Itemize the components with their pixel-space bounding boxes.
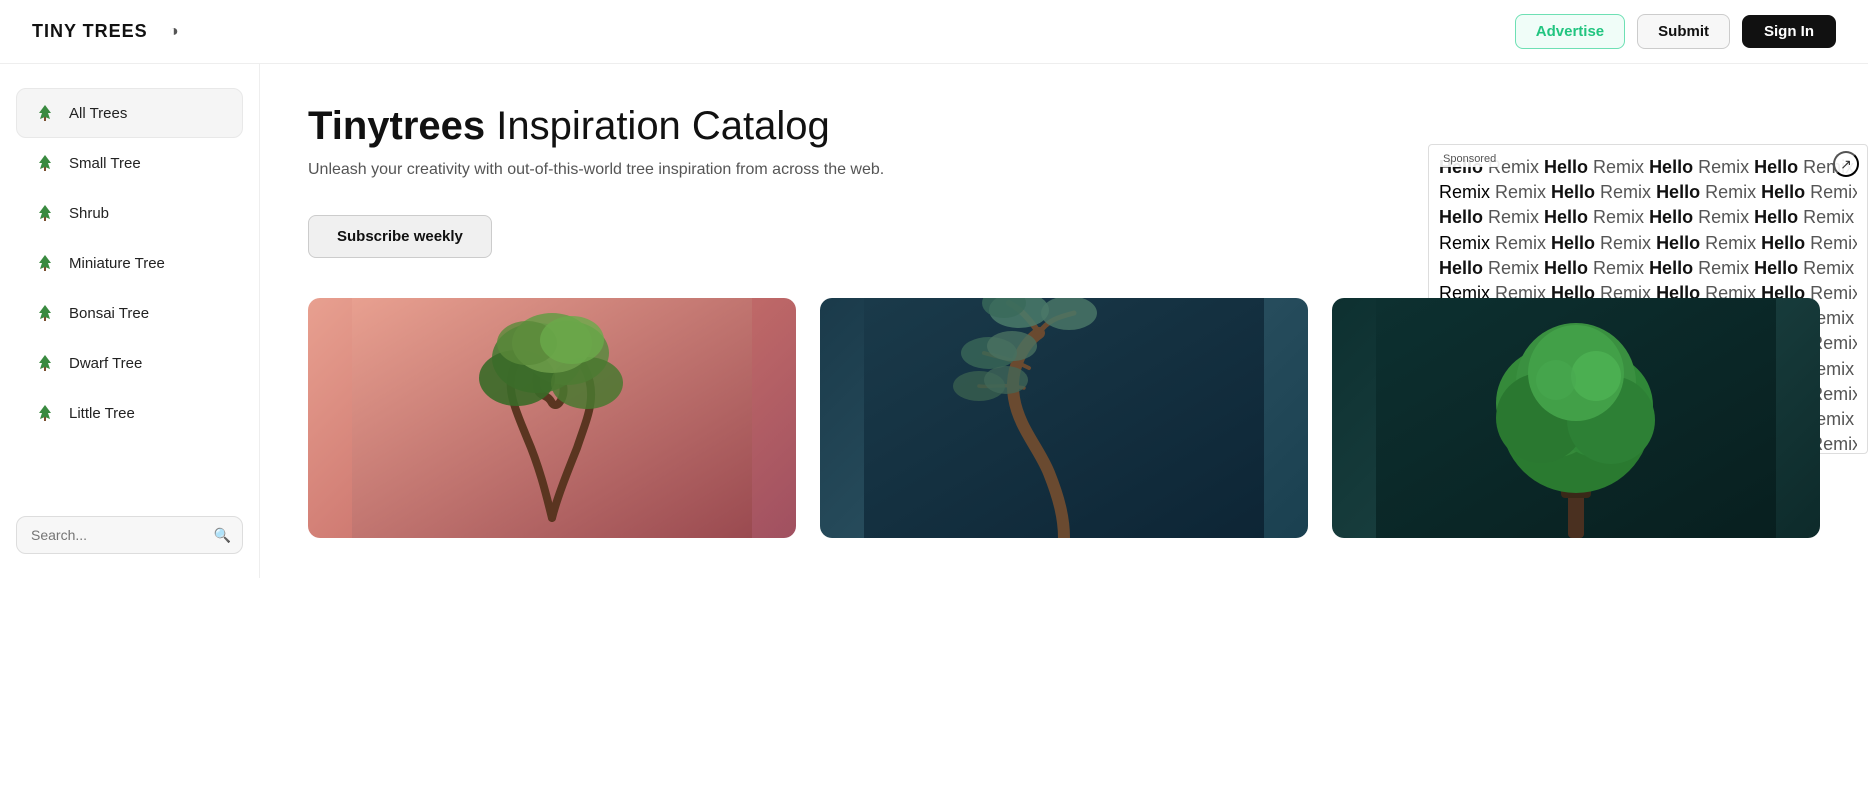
tree-icon [31, 349, 59, 377]
tree-icon [31, 199, 59, 227]
hero-title-regular: Inspiration Catalog [485, 104, 830, 148]
tree-icon [31, 149, 59, 177]
search-wrapper: 🔍 [16, 516, 243, 554]
sidebar-item-dwarf-tree[interactable]: Dwarf Tree [16, 338, 243, 388]
pattern-line: Hello Remix Hello Remix Hello Remix Hell… [1439, 256, 1857, 281]
tree-icon [31, 399, 59, 427]
sidebar-item-label: All Trees [69, 105, 127, 122]
sidebar-item-label: Bonsai Tree [69, 305, 149, 322]
hero-title: Tinytrees Inspiration Catalog [308, 104, 1820, 149]
sidebar-item-small-tree[interactable]: Small Tree [16, 138, 243, 188]
header-left: TINY TREES ◑ [32, 18, 188, 46]
advertise-button[interactable]: Advertise [1515, 14, 1625, 49]
tree-icon [31, 299, 59, 327]
pattern-line: Remix Remix Hello Remix Hello Remix Hell… [1439, 231, 1857, 256]
sidebar-item-shrub[interactable]: Shrub [16, 188, 243, 238]
image-card-3 [1332, 298, 1820, 538]
theme-toggle-icon: ◑ [169, 23, 179, 41]
sidebar-item-label: Shrub [69, 205, 109, 222]
subscribe-button[interactable]: Subscribe weekly [308, 215, 492, 258]
pattern-line: Remix Remix Hello Remix Hello Remix Hell… [1439, 180, 1857, 205]
theme-toggle-button[interactable]: ◑ [160, 18, 188, 46]
tree-icon [31, 99, 59, 127]
logo: TINY TREES [32, 21, 148, 42]
sidebar-item-label: Miniature Tree [69, 255, 165, 272]
main-content: Tinytrees Inspiration Catalog Unleash yo… [260, 64, 1868, 578]
sidebar-item-label: Dwarf Tree [69, 355, 142, 372]
sidebar-item-little-tree[interactable]: Little Tree [16, 388, 243, 438]
tree-icon [31, 249, 59, 277]
hero-title-bold: Tinytrees [308, 104, 485, 148]
header: TINY TREES ◑ Advertise Submit Sign In [0, 0, 1868, 64]
signin-button[interactable]: Sign In [1742, 15, 1836, 48]
submit-button[interactable]: Submit [1637, 14, 1730, 49]
image-grid [308, 298, 1820, 538]
image-card-2 [820, 298, 1308, 538]
sponsored-label: Sponsored [1437, 151, 1502, 167]
sponsored-expand-button[interactable]: ↗ [1833, 151, 1859, 177]
sidebar-item-label: Little Tree [69, 405, 135, 422]
sidebar-item-label: Small Tree [69, 155, 141, 172]
sidebar-item-miniature-tree[interactable]: Miniature Tree [16, 238, 243, 288]
sidebar-item-all-trees[interactable]: All Trees [16, 88, 243, 138]
sidebar-bottom: 🔍 [16, 492, 243, 554]
header-right: Advertise Submit Sign In [1515, 14, 1836, 49]
sidebar: All Trees Small Tree Shrub Miniature Tre… [0, 64, 260, 578]
search-input[interactable] [16, 516, 243, 554]
image-card-1 [308, 298, 796, 538]
layout: All Trees Small Tree Shrub Miniature Tre… [0, 64, 1868, 578]
sidebar-item-bonsai-tree[interactable]: Bonsai Tree [16, 288, 243, 338]
pattern-line: Hello Remix Hello Remix Hello Remix Hell… [1439, 205, 1857, 230]
